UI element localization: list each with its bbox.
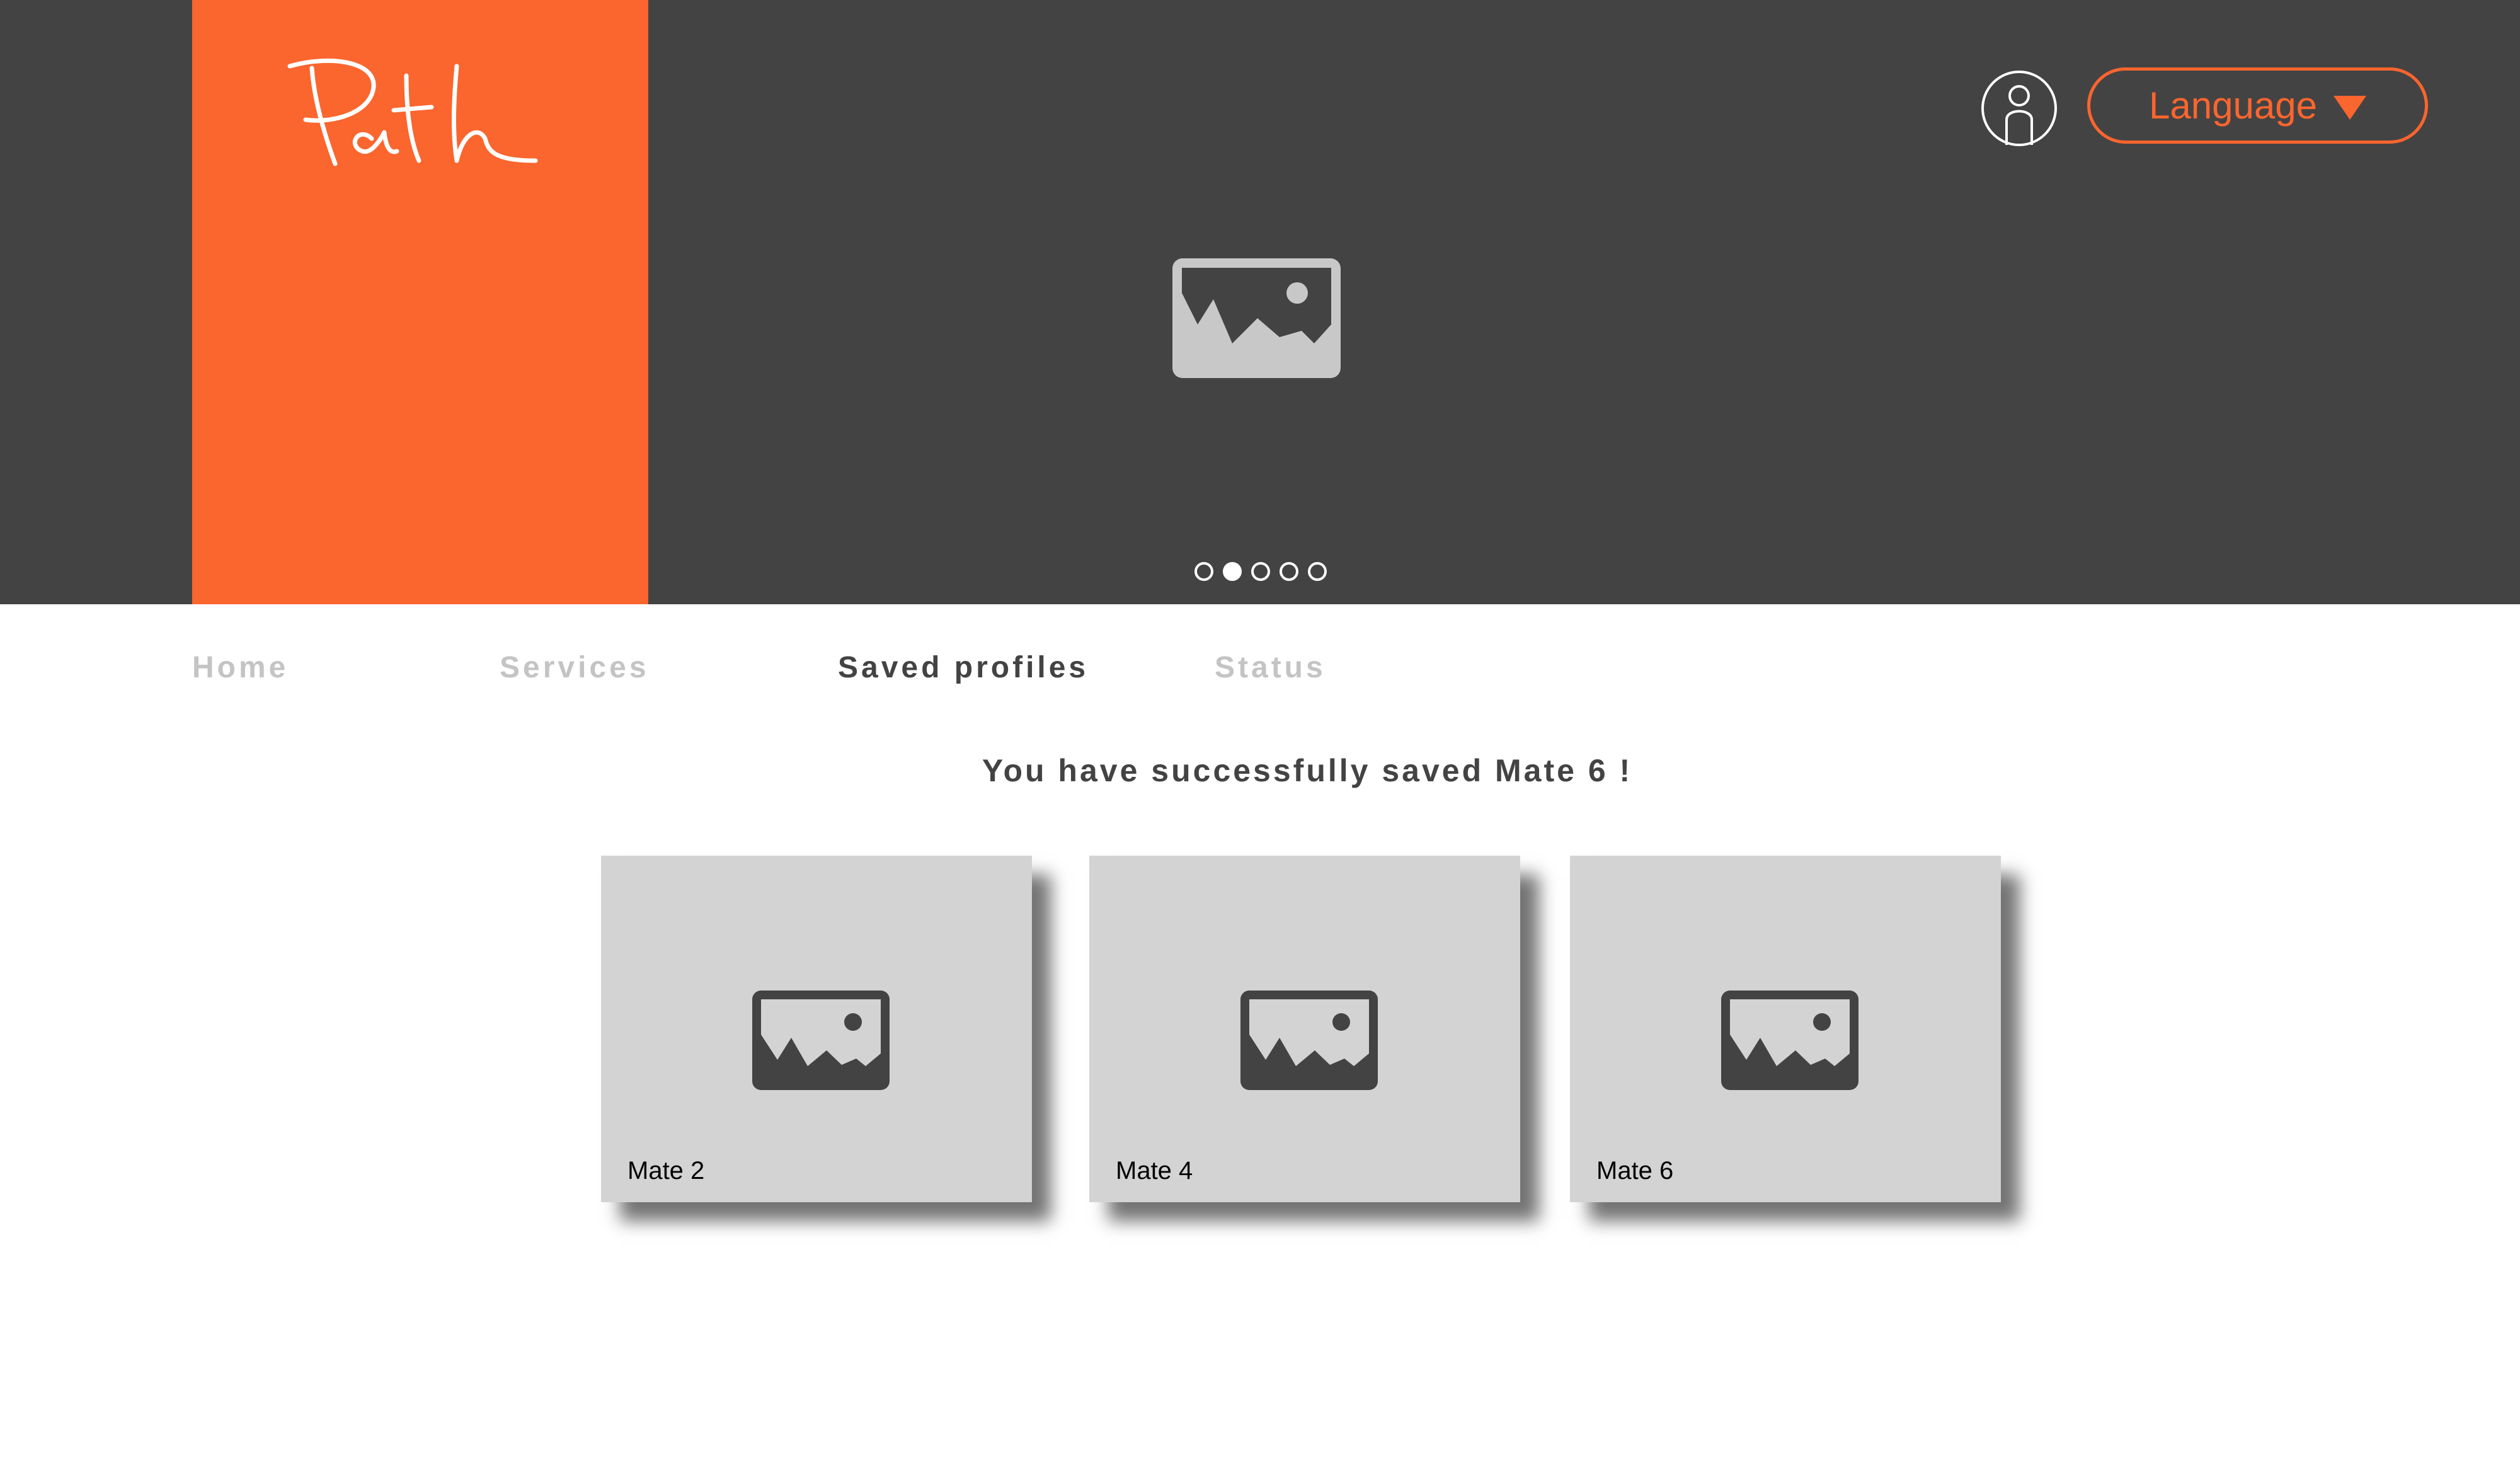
language-label: Language (2149, 84, 2317, 127)
caret-down-icon (2333, 95, 2366, 120)
profile-card-label: Mate 4 (1116, 1157, 1193, 1185)
profile-card[interactable]: Mate 2 (601, 856, 1032, 1202)
user-profile-button[interactable] (1980, 69, 2058, 147)
carousel-dot-active[interactable] (1223, 562, 1242, 581)
nav-services[interactable]: Services (500, 650, 650, 685)
carousel-dot[interactable] (1280, 562, 1298, 581)
image-placeholder-icon (1240, 991, 1378, 1090)
profile-card[interactable]: Mate 4 (1089, 856, 1520, 1202)
hero-banner: Language (0, 0, 2520, 604)
logo[interactable] (277, 50, 542, 176)
nav-status[interactable]: Status (1215, 650, 1326, 685)
image-placeholder-icon (752, 991, 890, 1090)
image-placeholder-icon (1721, 991, 1858, 1090)
nav-saved-profiles[interactable]: Saved profiles (838, 650, 1089, 685)
carousel-dot[interactable] (1308, 562, 1327, 581)
carousel-indicators (1194, 562, 1327, 581)
success-message: You have successfully saved Mate 6 ! (982, 753, 1633, 788)
language-dropdown[interactable]: Language (2087, 67, 2428, 144)
profile-card-label: Mate 6 (1596, 1157, 1674, 1185)
user-icon (1981, 71, 2057, 146)
profile-card-label: Mate 2 (627, 1157, 705, 1185)
image-placeholder-icon (1169, 255, 1344, 381)
nav-home[interactable]: Home (192, 650, 289, 685)
profile-card[interactable]: Mate 6 (1570, 856, 2001, 1202)
carousel-dot[interactable] (1194, 562, 1213, 581)
carousel-dot[interactable] (1251, 562, 1270, 581)
